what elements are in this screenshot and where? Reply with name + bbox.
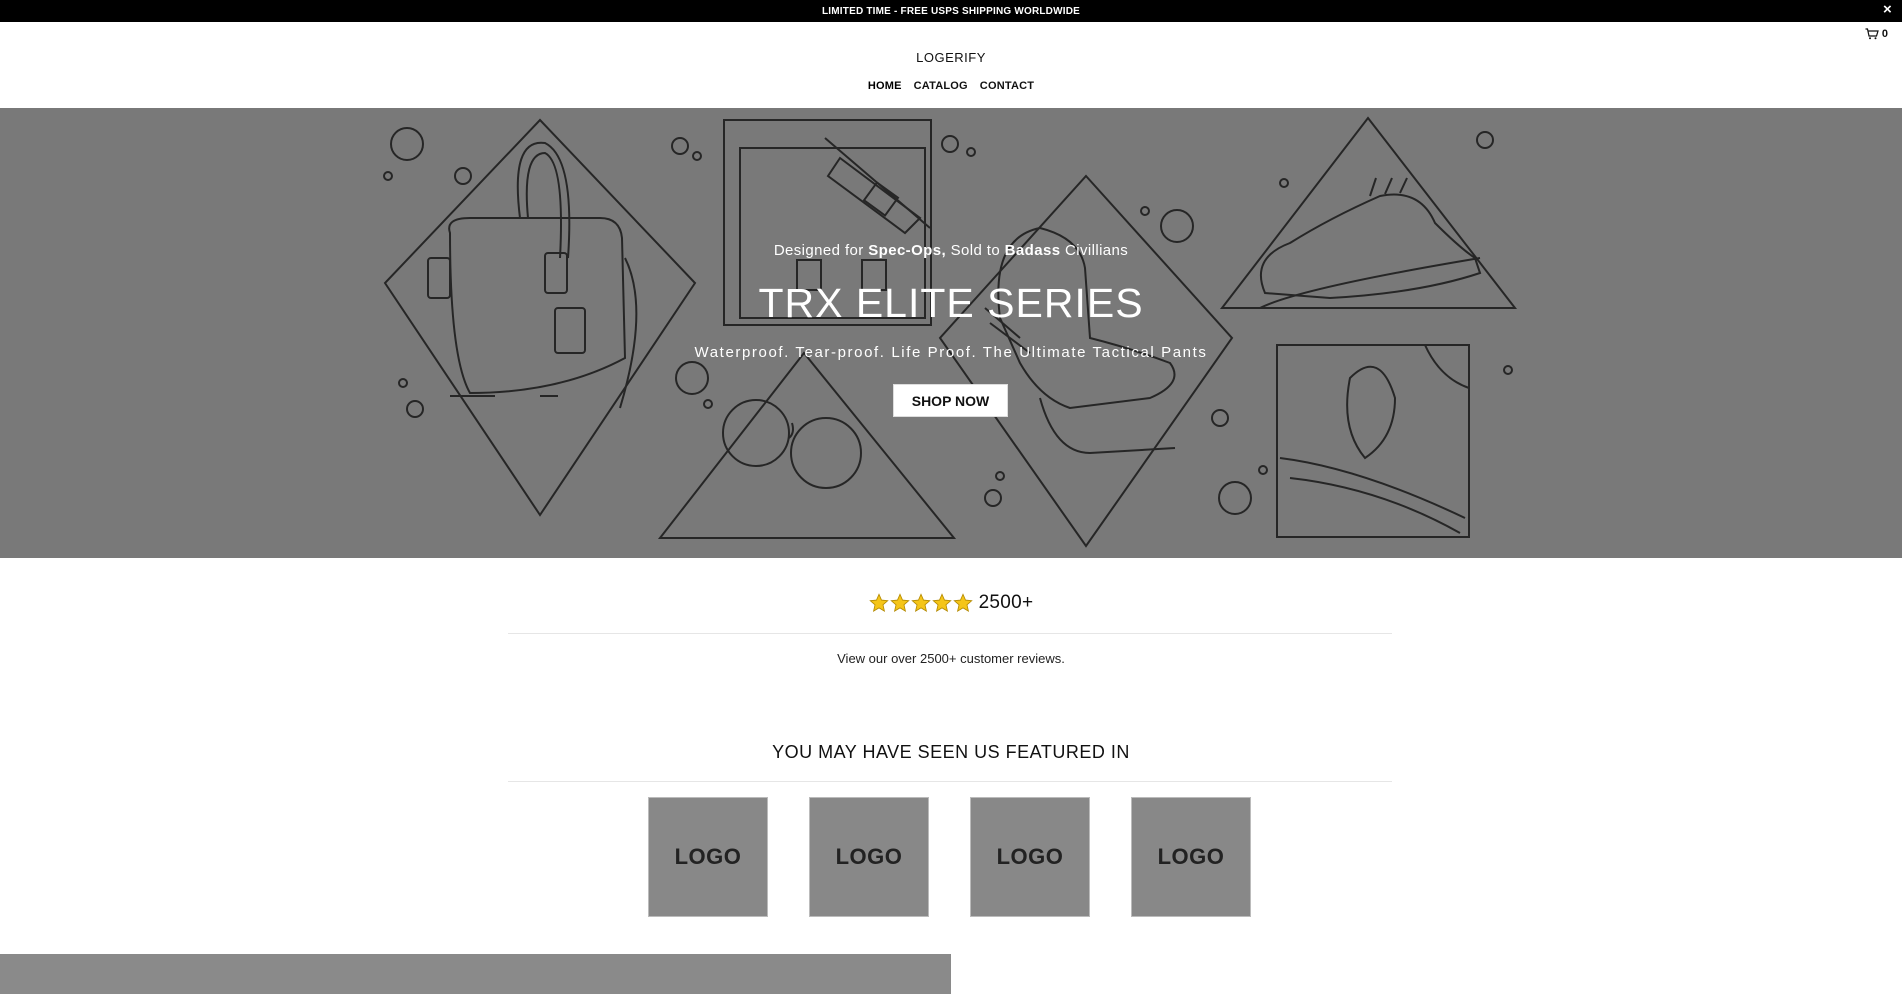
featured-divider — [508, 781, 1392, 782]
view-reviews-link[interactable]: View our over 2500+ customer reviews. — [0, 651, 1902, 666]
reviews-summary: 2500+ — [0, 592, 1902, 614]
eyebrow-text-1: Designed for — [773, 242, 869, 259]
nav-catalog[interactable]: CATALOG — [914, 80, 968, 92]
announcement-bar: LIMITED TIME - FREE USPS SHIPPING WORLDW… — [0, 0, 1902, 22]
star-icon — [931, 593, 952, 613]
eyebrow-bold-2: Badass — [1004, 242, 1061, 259]
cart-count: 0 — [1881, 28, 1888, 40]
star-rating — [868, 593, 973, 613]
cart-icon — [1865, 28, 1879, 40]
main-nav: HOME CATALOG CONTACT — [0, 80, 1902, 92]
eyebrow-bold-1: Spec-Ops, — [868, 242, 947, 259]
star-icon — [910, 593, 931, 613]
featured-title: YOU MAY HAVE SEEN US FEATURED IN — [772, 742, 1130, 762]
site-logo[interactable]: LOGERIFY — [0, 50, 1902, 65]
star-icon — [952, 593, 973, 613]
eyebrow-text-3: Civillians — [1060, 242, 1129, 259]
review-count: 2500+ — [978, 592, 1034, 613]
close-icon[interactable]: × — [1883, 2, 1892, 18]
cart-button[interactable]: 0 — [1865, 28, 1888, 40]
star-icon — [889, 593, 910, 613]
site-header: 0 LOGERIFY HOME CATALOG CONTACT — [0, 22, 1902, 108]
shop-now-button[interactable]: SHOP NOW — [893, 384, 1008, 417]
hero-illustration — [383, 116, 1518, 548]
star-icon — [868, 593, 889, 613]
hero-subtitle: Waterproof. Tear-proof. Life Proof. The … — [694, 344, 1208, 361]
hero-eyebrow: Designed for Spec-Ops, Sold to Badass Ci… — [0, 242, 1902, 259]
nav-contact[interactable]: CONTACT — [980, 80, 1034, 92]
hero-banner: Designed for Spec-Ops, Sold to Badass Ci… — [0, 108, 1902, 558]
reviews-divider — [508, 633, 1392, 634]
featured-logo: LOGO — [1131, 797, 1251, 917]
featured-logo: LOGO — [970, 797, 1090, 917]
announcement-text: LIMITED TIME - FREE USPS SHIPPING WORLDW… — [821, 5, 1081, 17]
featured-logo: LOGO — [809, 797, 929, 917]
nav-home[interactable]: HOME — [868, 80, 902, 92]
next-section-banner — [0, 954, 951, 994]
featured-logo: LOGO — [648, 797, 768, 917]
hero-title: TRX ELITE SERIES — [758, 280, 1144, 326]
eyebrow-text-2: Sold to — [946, 242, 1005, 259]
featured-logos: LOGO LOGO LOGO LOGO — [648, 797, 1251, 917]
